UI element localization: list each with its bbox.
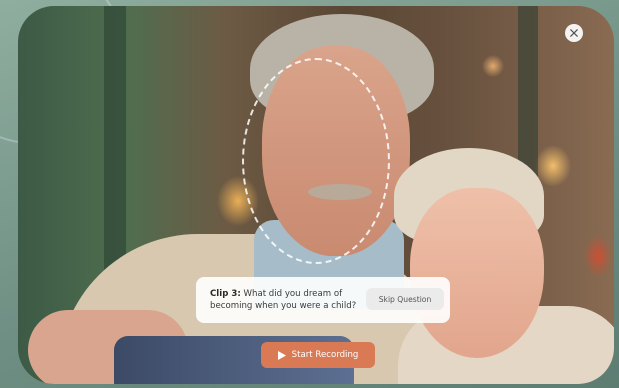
start-recording-button[interactable]: Start Recording bbox=[261, 342, 375, 368]
woman-face bbox=[410, 188, 544, 358]
clip-label: Clip 3: bbox=[210, 289, 241, 299]
close-icon bbox=[570, 29, 578, 37]
skip-question-button[interactable]: Skip Question bbox=[366, 288, 444, 310]
play-icon bbox=[277, 350, 286, 360]
question-text: Clip 3: What did you dream of becoming w… bbox=[210, 288, 360, 312]
close-button[interactable] bbox=[565, 24, 583, 42]
question-panel: Clip 3: What did you dream of becoming w… bbox=[196, 277, 450, 323]
face-guide-outline bbox=[242, 58, 390, 264]
start-recording-label: Start Recording bbox=[291, 350, 359, 360]
